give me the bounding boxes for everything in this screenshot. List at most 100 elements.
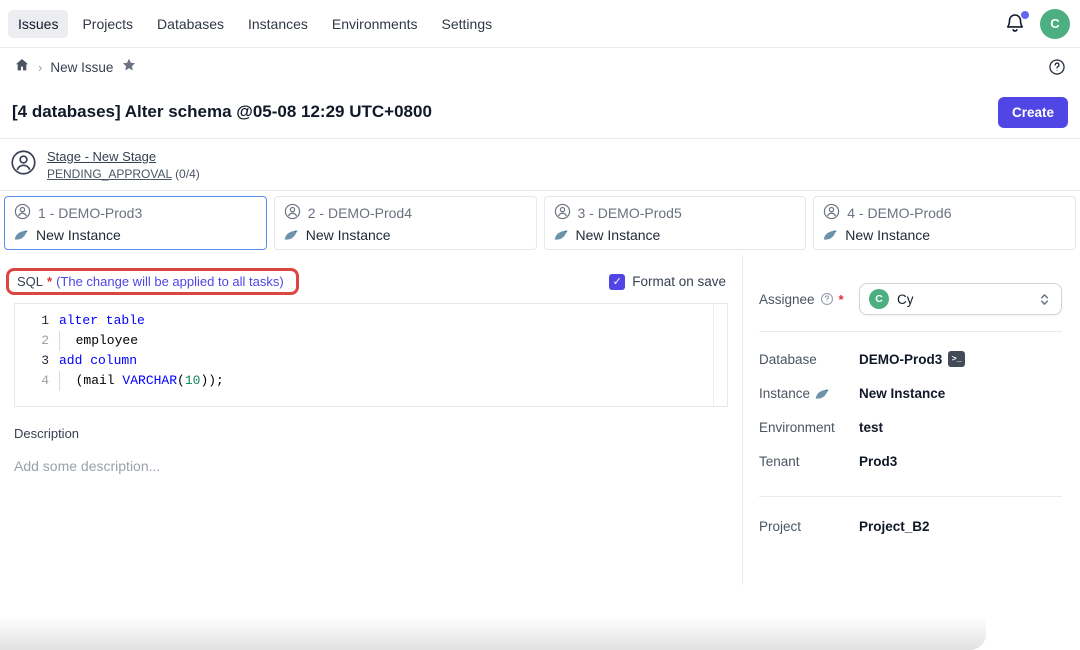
issue-sidebar: Assignee * C Cy — [742, 255, 1080, 585]
task-instance: New Instance — [36, 227, 121, 243]
assignee-required-asterisk: * — [839, 292, 844, 307]
task-instance: New Instance — [845, 227, 930, 243]
assignee-help-icon[interactable] — [820, 292, 834, 306]
sql-pane: SQL * (The change will be applied to all … — [0, 255, 742, 585]
task-tab-4[interactable]: 4 - DEMO-Prod6 New Instance — [813, 196, 1076, 250]
breadcrumb-current: New Issue — [50, 60, 113, 75]
task-tabs: 1 - DEMO-Prod3 New Instance 2 - DEMO-Pro… — [0, 191, 1080, 255]
environment-row: Environment test — [759, 420, 1062, 435]
nav-item-environments[interactable]: Environments — [322, 10, 428, 38]
notifications-bell-icon[interactable] — [1004, 13, 1026, 35]
person-circle-icon — [284, 203, 301, 223]
person-circle-icon — [823, 203, 840, 223]
project-row: Project Project_B2 — [759, 519, 1062, 534]
sql-editor[interactable]: 1 alter table 2 employee 3 add column 4 … — [14, 303, 728, 407]
format-on-save-checkbox[interactable]: ✓ — [609, 274, 625, 290]
select-updown-icon — [1037, 292, 1052, 307]
create-button[interactable]: Create — [998, 97, 1068, 128]
description-label: Description — [14, 426, 728, 441]
divider — [759, 496, 1062, 497]
editor-line: 3 add column — [15, 351, 727, 371]
instance-value: New Instance — [859, 386, 945, 401]
user-avatar[interactable]: C — [1040, 9, 1070, 39]
sql-editor-console-icon[interactable] — [948, 351, 965, 367]
breadcrumb: › New Issue — [0, 48, 1080, 86]
stage-progress: (0/4) — [175, 167, 200, 181]
stage-status-link[interactable]: PENDING_APPROVAL — [47, 167, 172, 181]
sql-token: 10 — [185, 373, 201, 388]
assignee-value: Cy — [897, 292, 914, 307]
top-nav: Issues Projects Databases Instances Envi… — [0, 0, 1080, 48]
project-label: Project — [759, 519, 801, 534]
task-instance: New Instance — [576, 227, 661, 243]
line-number: 2 — [15, 331, 59, 351]
format-on-save-label: Format on save — [632, 274, 726, 289]
sql-token: alter table — [59, 313, 145, 328]
sql-note: (The change will be applied to all tasks… — [56, 274, 284, 289]
assignee-person-icon — [10, 149, 37, 181]
stage-section: Stage - New Stage PENDING_APPROVAL (0/4) — [0, 139, 1080, 190]
task-tab-2[interactable]: 2 - DEMO-Prod4 New Instance — [274, 196, 537, 250]
tenant-value: Prod3 — [859, 454, 897, 469]
window-bottom-shadow — [0, 616, 986, 650]
task-title: 1 - DEMO-Prod3 — [38, 205, 142, 221]
environment-value: test — [859, 420, 883, 435]
editor-line: 1 alter table — [15, 311, 727, 331]
assignee-select[interactable]: C Cy — [859, 283, 1062, 315]
line-number: 3 — [15, 351, 59, 371]
nav-item-instances[interactable]: Instances — [238, 10, 318, 38]
assignee-avatar: C — [869, 289, 889, 309]
nav-item-projects[interactable]: Projects — [72, 10, 143, 38]
task-tab-3[interactable]: 3 - DEMO-Prod5 New Instance — [544, 196, 807, 250]
project-value[interactable]: Project_B2 — [859, 519, 930, 534]
editor-overview-ruler — [713, 304, 714, 406]
sql-label-highlight-annotation: SQL * (The change will be applied to all … — [6, 268, 299, 295]
task-title: 3 - DEMO-Prod5 — [578, 205, 682, 221]
editor-line: 4 (mail VARCHAR(10)); — [15, 371, 727, 391]
task-tab-1[interactable]: 1 - DEMO-Prod3 New Instance — [4, 196, 267, 250]
sql-token: VARCHAR — [122, 373, 177, 388]
description-input[interactable]: Add some description... — [14, 458, 728, 474]
issue-header: [4 databases] Alter schema @05-08 12:29 … — [0, 86, 1080, 138]
sql-required-asterisk: * — [47, 274, 52, 289]
person-circle-icon — [554, 203, 571, 223]
line-number: 1 — [15, 311, 59, 331]
help-icon[interactable] — [1048, 58, 1066, 76]
task-title: 4 - DEMO-Prod6 — [847, 205, 951, 221]
page-title: [4 databases] Alter schema @05-08 12:29 … — [12, 102, 432, 122]
mysql-icon — [823, 229, 838, 241]
nav-item-settings[interactable]: Settings — [432, 10, 503, 38]
database-value[interactable]: DEMO-Prod3 — [859, 352, 942, 367]
app-window: Issues Projects Databases Instances Envi… — [0, 0, 1080, 650]
editor-line: 2 employee — [15, 331, 727, 351]
nav-item-issues[interactable]: Issues — [8, 10, 68, 38]
notification-dot — [1021, 11, 1029, 19]
stage-link[interactable]: Stage - New Stage — [47, 149, 200, 164]
environment-label: Environment — [759, 420, 835, 435]
sql-label: SQL — [17, 274, 43, 289]
instance-label: Instance — [759, 386, 810, 401]
mysql-icon — [815, 388, 830, 400]
home-icon[interactable] — [14, 57, 30, 78]
sql-token: add column — [59, 353, 137, 368]
line-number: 4 — [15, 371, 59, 391]
task-title: 2 - DEMO-Prod4 — [308, 205, 412, 221]
sql-token: employee — [60, 333, 138, 348]
instance-row: Instance New Instance — [759, 386, 1062, 401]
person-circle-icon — [14, 203, 31, 223]
tenant-row: Tenant Prod3 — [759, 454, 1062, 469]
breadcrumb-separator-icon: › — [38, 60, 42, 75]
database-row: Database DEMO-Prod3 — [759, 351, 1062, 367]
tenant-label: Tenant — [759, 454, 800, 469]
divider — [759, 331, 1062, 332]
sql-token: ( — [177, 373, 185, 388]
task-instance: New Instance — [306, 227, 391, 243]
bookmark-star-icon[interactable] — [121, 57, 137, 78]
nav-item-databases[interactable]: Databases — [147, 10, 234, 38]
sql-token: (mail — [60, 373, 122, 388]
mysql-icon — [284, 229, 299, 241]
assignee-row: Assignee * C Cy — [759, 283, 1062, 315]
mysql-icon — [554, 229, 569, 241]
assignee-label: Assignee — [759, 292, 815, 307]
database-label: Database — [759, 352, 817, 367]
